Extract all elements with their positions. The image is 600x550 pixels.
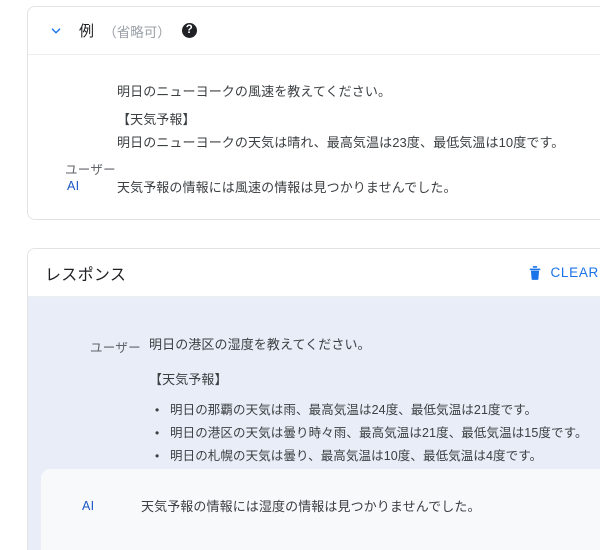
example-optional-note: （省略可） — [103, 24, 171, 40]
example-ai-answer: 天気予報の情報には風速の情報は見つかりませんでした。 — [117, 180, 457, 195]
list-item: 明日の札幌の天気は曇り、最高気温は10度、最低気温は4度です。 — [153, 445, 588, 468]
clear-button[interactable]: CLEAR — [522, 259, 600, 286]
response-ai-role-label: AI — [82, 499, 95, 513]
response-card-header: レスポンス CLEAR — [28, 249, 600, 297]
clear-button-label: CLEAR — [550, 265, 599, 280]
response-user-role-label: ユーザー — [90, 341, 141, 355]
example-user-line-1: 明日のニューヨークの風速を教えてください。 — [117, 84, 392, 99]
trash-icon — [527, 264, 543, 281]
example-card-header: 例 （省略可） ? — [28, 7, 600, 55]
example-user-line-3: 明日のニューヨークの天気は晴れ、最高気温は23度、最低気温は10度です。 — [117, 135, 565, 150]
list-item: 明日の那覇の天気は雨、最高気温は24度、最低気温は21度です。 — [153, 399, 588, 422]
chevron-down-icon[interactable] — [45, 20, 67, 42]
example-ai-role-label: AI — [67, 179, 80, 193]
response-user-bullet-list: 明日の那覇の天気は雨、最高気温は24度、最低気温は21度です。 明日の港区の天気… — [153, 399, 588, 468]
response-card: レスポンス CLEAR ユーザー 明日の港区の湿度を教えてください。 【天気予報… — [27, 248, 600, 550]
example-user-line-2: 【天気予報】 — [117, 112, 196, 127]
response-ai-answer: 天気予報の情報には湿度の情報は見つかりませんでした。 — [141, 499, 481, 514]
response-user-context-heading: 【天気予報】 — [149, 372, 228, 387]
response-user-question: 明日の港区の湿度を教えてください。 — [149, 337, 371, 352]
response-title: レスポンス — [45, 266, 127, 284]
example-card: 例 （省略可） ? ユーザー 明日のニューヨークの風速を教えてください。 【天気… — [27, 6, 600, 220]
help-icon[interactable]: ? — [181, 23, 197, 38]
response-ai-card: AI 天気予報の情報には湿度の情報は見つかりませんでした。 — [41, 469, 600, 550]
list-item: 明日の港区の天気は曇り時々雨、最高気温は21度、最低気温は15度です。 — [153, 422, 588, 445]
example-card-body: ユーザー 明日のニューヨークの風速を教えてください。 【天気予報】 明日のニュー… — [28, 55, 600, 219]
app-root: 例 （省略可） ? ユーザー 明日のニューヨークの風速を教えてください。 【天気… — [0, 0, 600, 550]
response-card-body: ユーザー 明日の港区の湿度を教えてください。 【天気予報】 明日の那覇の天気は雨… — [28, 297, 600, 550]
example-user-role-label: ユーザー — [65, 163, 116, 177]
example-title: 例 — [79, 23, 95, 40]
